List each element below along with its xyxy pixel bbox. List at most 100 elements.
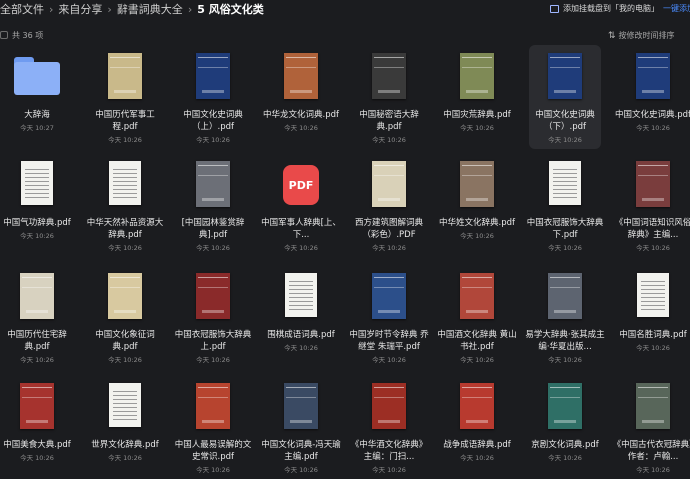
breadcrumb-current: 5 风俗文化类 [197, 3, 264, 16]
file-date: 今天 10:26 [460, 124, 494, 132]
book-cover-thumbnail [548, 53, 582, 99]
file-item[interactable]: 中国名胜词典.pdf 今天 10:26 [617, 265, 689, 369]
book-cover-thumbnail [196, 161, 230, 207]
breadcrumb-item-dictionaries[interactable]: 辭書詞典大全 [117, 3, 183, 16]
document-thumbnail [285, 273, 317, 317]
file-date: 今天 10:26 [636, 244, 670, 252]
file-item[interactable]: 中国文化史词典（下）.pdf 今天 10:26 [529, 45, 601, 149]
file-item[interactable]: 大辞海今天 10:27 [1, 45, 73, 149]
file-item[interactable]: 中华姓文化辞典.pdf 今天 10:26 [439, 153, 515, 257]
file-date: 今天 10:26 [636, 466, 670, 474]
file-date: 今天 10:26 [636, 344, 670, 352]
file-date: 今天 10:27 [20, 124, 54, 132]
file-date: 今天 10:26 [548, 356, 582, 364]
file-name: 《中国古代衣冠辞典》作者：卢翰... [612, 440, 690, 462]
file-item[interactable]: PDF 中国军事人辞典[上、下... 今天 10:26 [261, 153, 341, 257]
file-date: 今天 10:26 [20, 454, 54, 462]
file-item[interactable]: 围棋成语词典.pdf 今天 10:26 [265, 265, 337, 369]
file-item[interactable]: 中国文化象征词典.pdf 今天 10:26 [89, 265, 161, 369]
file-name: 《中华酒文化辞典》主编：门扫... [350, 440, 428, 462]
file-item[interactable]: 中国文化词典-冯天瑜主编.pdf 今天 10:26 [261, 375, 341, 479]
file-item[interactable]: 西方建筑图解词典（彩色）.PDF 今天 10:26 [353, 153, 425, 257]
file-name: 中国文化史词典.pdf [615, 110, 690, 120]
sort-button[interactable]: ⇅ 按修改时间排序 [608, 30, 675, 41]
file-name: [中国园林鉴赏辞典].pdf [181, 218, 245, 240]
book-cover-thumbnail [636, 161, 670, 207]
file-item[interactable]: 中国气功辞典.pdf 今天 10:26 [1, 153, 73, 257]
breadcrumb-separator: › [187, 3, 193, 16]
breadcrumb-item-shared[interactable]: 来自分享 [58, 3, 102, 16]
file-date: 今天 10:26 [372, 136, 406, 144]
document-thumbnail [109, 383, 141, 427]
file-name: 中国文化词典-冯天瑜主编.pdf [261, 440, 341, 462]
drive-icon [550, 4, 559, 13]
file-item[interactable]: 中国秘密语大辞典.pdf 今天 10:26 [353, 45, 425, 149]
book-cover-thumbnail [636, 383, 670, 429]
breadcrumb-item-all-files[interactable]: 全部文件 [0, 3, 44, 16]
breadcrumb-separator: › [107, 3, 112, 16]
file-item[interactable]: 中国文化史词典（上）.pdf 今天 10:26 [177, 45, 249, 149]
book-cover-thumbnail [548, 383, 582, 429]
file-item[interactable]: 中国衣冠服饰大辞典 下.pdf 今天 10:26 [527, 153, 603, 257]
file-item[interactable]: 《中华酒文化辞典》主编：门扫... 今天 10:26 [351, 375, 427, 479]
file-name: 西方建筑图解词典（彩色）.PDF [354, 218, 423, 240]
file-date: 今天 10:26 [548, 136, 582, 144]
mount-drive-text: 添加挂载盘到「我的电脑」 [563, 4, 659, 13]
file-item[interactable]: 战争成语辞典.pdf 今天 10:26 [441, 375, 513, 479]
file-item[interactable]: 中国人最易误解的文史常识.pdf 今天 10:26 [175, 375, 251, 479]
file-item[interactable]: 中国历代军事工程.pdf 今天 10:26 [89, 45, 161, 149]
file-name: 中国秘密语大辞典.pdf [359, 110, 419, 132]
file-item[interactable]: 中国美食大典.pdf 今天 10:26 [1, 375, 73, 479]
sort-label: 按修改时间排序 [618, 31, 675, 40]
book-cover-thumbnail [196, 53, 230, 99]
file-date: 今天 10:26 [196, 244, 230, 252]
file-name: 中国名胜词典.pdf [619, 330, 687, 340]
book-cover-thumbnail [460, 273, 494, 319]
file-date: 今天 10:26 [460, 356, 494, 364]
file-date: 今天 10:26 [548, 244, 582, 252]
file-item[interactable]: 中华龙文化词典.pdf 今天 10:26 [263, 45, 339, 149]
file-name: 大辞海 [24, 110, 50, 120]
file-date: 今天 10:26 [284, 466, 318, 474]
one-click-add-link[interactable]: 一键添加 [663, 3, 690, 14]
file-item[interactable]: 中国文化史词典.pdf 今天 10:26 [615, 45, 690, 149]
book-cover-thumbnail [108, 273, 142, 319]
book-cover-thumbnail [196, 273, 230, 319]
file-item[interactable]: 中国衣冠服饰大辞典 上.pdf 今天 10:26 [175, 265, 251, 369]
file-item[interactable]: 京剧文化词典.pdf 今天 10:26 [529, 375, 601, 479]
book-cover-thumbnail [20, 273, 54, 319]
file-item[interactable]: 中国酒文化辞典 黄山书社.pdf 今天 10:26 [437, 265, 517, 369]
file-date: 今天 10:26 [108, 244, 142, 252]
file-item[interactable]: 中华天然补品资源大辞典.pdf 今天 10:26 [87, 153, 163, 257]
file-item[interactable]: 中国历代住宅辞典.pdf 今天 10:26 [1, 265, 73, 369]
book-cover-thumbnail [460, 383, 494, 429]
book-cover-thumbnail [460, 53, 494, 99]
book-cover-thumbnail [460, 161, 494, 207]
select-all-checkbox[interactable] [0, 31, 8, 39]
file-item[interactable]: 《中国词语知识风俗辞典》主编... 今天 10:26 [615, 153, 690, 257]
book-cover-thumbnail [372, 383, 406, 429]
pdf-file-icon: PDF [283, 165, 319, 205]
breadcrumb: 全部文件 › 来自分享 › 辭書詞典大全 › 5 风俗文化类 [0, 1, 264, 17]
file-date: 今天 10:26 [284, 124, 318, 132]
file-item[interactable]: 中国灾荒辞典.pdf 今天 10:26 [441, 45, 513, 149]
file-name: 中国文化象征词典.pdf [95, 330, 155, 352]
file-name: 中国衣冠服饰大辞典 上.pdf [174, 330, 252, 352]
file-name: 中国人最易误解的文史常识.pdf [174, 440, 252, 462]
book-cover-thumbnail [284, 383, 318, 429]
file-item[interactable]: 易学大辞典·张其成主编·华夏出版... 今天 10:26 [525, 265, 605, 369]
book-cover-thumbnail [548, 273, 582, 319]
file-item[interactable]: 中国岁时节令辞典 乔继堂 朱瑞平.pdf 今天 10:26 [349, 265, 429, 369]
file-name: 中国美食大典.pdf [3, 440, 71, 450]
file-item[interactable]: [中国园林鉴赏辞典].pdf 今天 10:26 [177, 153, 249, 257]
file-item[interactable]: 世界文化辞典.pdf 今天 10:26 [89, 375, 161, 479]
file-name: 中国文化史词典（下）.pdf [535, 110, 595, 132]
file-name: 中华龙文化词典.pdf [263, 110, 339, 120]
file-date: 今天 10:26 [372, 356, 406, 364]
book-cover-thumbnail [20, 383, 54, 429]
file-date: 今天 10:26 [548, 454, 582, 462]
file-date: 今天 10:26 [20, 232, 54, 240]
book-cover-thumbnail [372, 53, 406, 99]
file-item[interactable]: 《中国古代衣冠辞典》作者：卢翰... 今天 10:26 [613, 375, 690, 479]
book-cover-thumbnail [372, 273, 406, 319]
